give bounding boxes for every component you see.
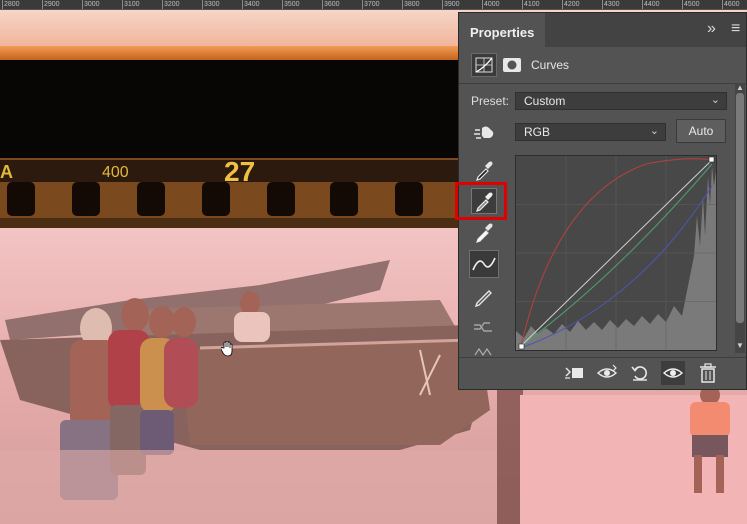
film-edge-text-a: A bbox=[0, 162, 13, 182]
ruler-label: 3800 bbox=[404, 1, 420, 8]
scroll-thumb[interactable] bbox=[736, 93, 744, 323]
curve-point-icon[interactable] bbox=[469, 250, 499, 278]
panel-divider bbox=[459, 83, 746, 84]
scroll-up-icon[interactable]: ▲ bbox=[736, 83, 744, 92]
top-ruler: 2800 2900 3000 3100 3200 3300 3400 3500 3600 3700… bbox=[0, 0, 747, 10]
ruler-tick bbox=[322, 0, 323, 9]
adjustment-name: Curves bbox=[531, 58, 570, 72]
ruler-label: 4100 bbox=[524, 1, 540, 8]
ruler-tick bbox=[602, 0, 603, 9]
bottom-divider bbox=[459, 357, 746, 358]
ruler-label: 3500 bbox=[284, 1, 300, 8]
eyedropper-white-icon[interactable] bbox=[471, 219, 497, 245]
channel-value: RGB bbox=[524, 125, 551, 139]
chevron-down-icon: ⌄ bbox=[710, 94, 720, 106]
ruler-label: 3000 bbox=[84, 1, 100, 8]
ruler-label: 4000 bbox=[484, 1, 500, 8]
on-image-adjust-icon[interactable] bbox=[473, 122, 499, 144]
ruler-tick bbox=[2, 0, 3, 9]
preset-label: Preset: bbox=[471, 94, 510, 108]
auto-button[interactable]: Auto bbox=[676, 119, 726, 143]
curves-graph-plot bbox=[516, 156, 716, 350]
ruler-label: 4300 bbox=[604, 1, 620, 8]
scroll-down-icon[interactable]: ▼ bbox=[736, 341, 744, 350]
ruler-tick bbox=[402, 0, 403, 9]
film-edge-text-27: 27 bbox=[224, 156, 256, 187]
visibility-icon[interactable] bbox=[661, 361, 685, 385]
preset-value: Custom bbox=[524, 94, 566, 108]
ruler-label: 3100 bbox=[124, 1, 140, 8]
ruler-label: 3900 bbox=[444, 1, 460, 8]
panel-titlebar: Properties » ≡ bbox=[459, 13, 746, 47]
ruler-tick bbox=[522, 0, 523, 9]
ruler-tick bbox=[442, 0, 443, 9]
film-edge-text-400: 400 bbox=[102, 164, 129, 181]
preset-dropdown[interactable]: Custom ⌄ bbox=[515, 92, 727, 110]
properties-tab[interactable]: Properties bbox=[459, 13, 545, 47]
ruler-tick bbox=[242, 0, 243, 9]
clip-to-layer-icon[interactable] bbox=[562, 361, 586, 385]
ruler-label: 4200 bbox=[564, 1, 580, 8]
ruler-tick bbox=[82, 0, 83, 9]
chevron-down-icon: ⌄ bbox=[649, 125, 659, 137]
smooth-icon[interactable] bbox=[471, 313, 497, 339]
ruler-label: 4400 bbox=[644, 1, 660, 8]
eyedropper-black-icon[interactable] bbox=[471, 157, 497, 183]
ruler-label: 3300 bbox=[204, 1, 220, 8]
ruler-label: 2900 bbox=[44, 1, 60, 8]
ruler-tick bbox=[362, 0, 363, 9]
ruler-label: 3200 bbox=[164, 1, 180, 8]
ruler-label: 4600 bbox=[724, 1, 740, 8]
ruler-label: 3700 bbox=[364, 1, 380, 8]
ruler-tick bbox=[162, 0, 163, 9]
ruler-label: 3600 bbox=[324, 1, 340, 8]
panel-title: Properties bbox=[470, 25, 535, 40]
ruler-tick bbox=[722, 0, 723, 9]
ruler-tick bbox=[202, 0, 203, 9]
ruler-label: 4500 bbox=[684, 1, 700, 8]
curves-graph[interactable] bbox=[515, 155, 717, 351]
highlight-box bbox=[455, 182, 507, 220]
channel-dropdown[interactable]: RGB ⌄ bbox=[515, 123, 666, 141]
panel-bottom-bar bbox=[459, 357, 746, 389]
panel-scrollbar[interactable]: ▲ ▼ bbox=[735, 83, 745, 353]
ruler-label: 3400 bbox=[244, 1, 260, 8]
hand-cursor-icon bbox=[221, 341, 233, 357]
clip-warning-icon[interactable] bbox=[471, 343, 497, 357]
view-previous-icon[interactable] bbox=[595, 361, 619, 385]
collapse-panel-icon[interactable]: » bbox=[707, 20, 716, 38]
ruler-tick bbox=[42, 0, 43, 9]
panel-menu-icon[interactable]: ≡ bbox=[731, 20, 740, 38]
ruler-label: 2800 bbox=[4, 1, 20, 8]
trash-icon[interactable] bbox=[696, 361, 720, 385]
mask-icon[interactable] bbox=[501, 55, 523, 75]
ruler-tick bbox=[642, 0, 643, 9]
reset-icon[interactable] bbox=[628, 361, 652, 385]
pencil-icon[interactable] bbox=[471, 283, 497, 309]
ruler-tick bbox=[482, 0, 483, 9]
ruler-tick bbox=[562, 0, 563, 9]
curves-grid-icon[interactable] bbox=[471, 53, 497, 77]
auto-label: Auto bbox=[688, 124, 714, 138]
ruler-tick bbox=[282, 0, 283, 9]
ruler-tick bbox=[682, 0, 683, 9]
ruler-tick bbox=[122, 0, 123, 9]
